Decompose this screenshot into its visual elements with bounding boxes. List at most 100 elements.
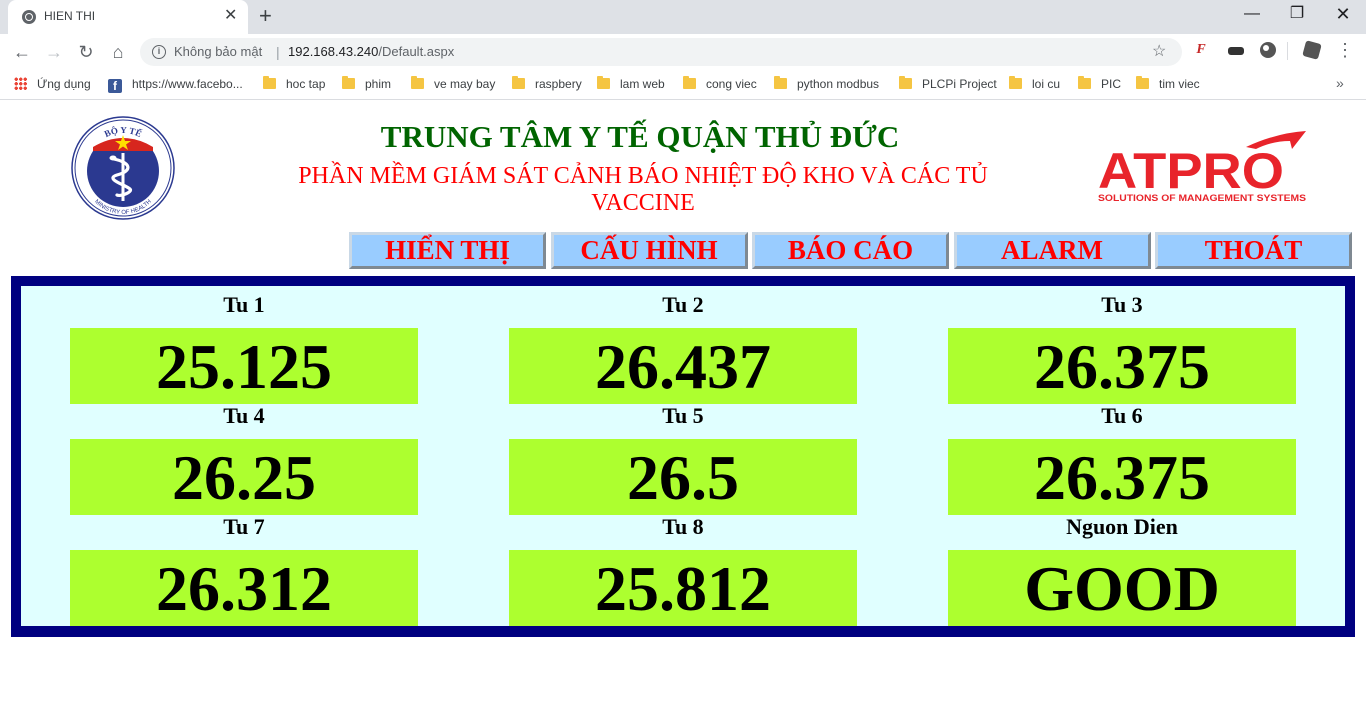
menu-button-hien-thi[interactable]: HIỂN THỊ: [349, 232, 546, 269]
bookmark-item[interactable]: f https://www.facebo...: [108, 77, 243, 93]
url-separator: |: [276, 44, 280, 60]
folder-icon: [263, 76, 276, 89]
page-title: TRUNG TÂM Y TẾ QUẬN THỦ ĐỨC: [380, 119, 900, 154]
page-subtitle: PHẦN MỀM GIÁM SÁT CẢNH BÁO NHIỆT ĐỘ KHO …: [298, 163, 988, 216]
extension-profile-icon[interactable]: [1302, 40, 1322, 60]
atpro-logo: ATPRO SOLUTIONS OF MANAGEMENT SYSTEMS: [1098, 131, 1306, 204]
bookmark-item[interactable]: ve may bay: [411, 76, 496, 91]
bookmarks-bar: » Ứng dụng f https://www.facebo... hoc tap p…: [0, 70, 1366, 100]
reading-value: GOOD: [948, 550, 1296, 626]
bookmark-item[interactable]: lam web: [597, 76, 665, 91]
folder-icon: [411, 76, 424, 89]
maximize-icon[interactable]: ❐: [1287, 4, 1307, 24]
back-arrow-icon[interactable]: ←: [10, 40, 34, 64]
extension-mask-icon[interactable]: [1228, 47, 1244, 55]
folder-icon: [774, 76, 787, 89]
folder-icon: [1136, 76, 1149, 89]
extension-circle-icon[interactable]: [1260, 42, 1276, 58]
tab-strip: HIEN THI ✕ + — ❐ ✕: [0, 0, 1366, 34]
readings-panel: Tu 1 25.125 Tu 2 26.437 Tu 3 26.375 Tu 4 26.25 T…: [11, 276, 1355, 637]
reading-value: 26.312: [70, 550, 418, 626]
bookmark-item[interactable]: Ứng dụng: [14, 77, 91, 91]
bookmark-label: PIC: [1101, 77, 1122, 91]
bookmark-item[interactable]: PIC: [1078, 76, 1122, 91]
folder-icon: [899, 76, 912, 89]
folder-icon: [1009, 76, 1022, 89]
bookmark-label: hoc tap: [286, 77, 326, 91]
bookmark-label: ve may bay: [434, 77, 496, 91]
bookmark-label: cong viec: [706, 77, 757, 91]
window-close-icon[interactable]: ✕: [1333, 4, 1353, 24]
reading-label: Tu 3: [1101, 292, 1143, 317]
ministry-of-health-logo: BỘ Y TẾ MINISTRY OF HEALTH: [71, 116, 175, 220]
reading-value: 26.5: [509, 439, 857, 515]
bookmark-label: Ứng dụng: [37, 77, 91, 91]
reading-label: Tu 6: [1101, 403, 1143, 428]
reading-value: 26.375: [948, 328, 1296, 404]
reload-icon[interactable]: ↻: [74, 40, 98, 64]
globe-icon: [22, 10, 36, 24]
bookmark-item[interactable]: tim viec: [1136, 76, 1200, 91]
bookmark-label: tim viec: [1159, 77, 1200, 91]
forward-arrow-icon[interactable]: →: [42, 40, 66, 64]
reading-value: 26.25: [70, 439, 418, 515]
menu-button-alarm[interactable]: ALARM: [953, 232, 1151, 269]
reading-label: Tu 1: [223, 292, 265, 317]
reading-label: Tu 8: [662, 514, 704, 539]
reading-value: 26.437: [509, 328, 857, 404]
reading-value: 25.812: [509, 550, 857, 626]
reading-value: 25.125: [70, 328, 418, 404]
bookmark-label: phim: [365, 77, 392, 91]
reading-value: 26.375: [948, 439, 1296, 515]
bookmark-label: raspbery: [535, 77, 582, 91]
info-icon[interactable]: i: [152, 45, 166, 59]
browser-tab[interactable]: HIEN THI ✕: [8, 0, 248, 34]
bookmark-label: lam web: [620, 77, 665, 91]
bookmark-item[interactable]: PLCPi Project: [899, 76, 997, 91]
browser-toolbar: ← → ↻ ⌂ i Không bảo mật | 192.168.43.240…: [0, 34, 1366, 70]
close-tab-icon[interactable]: ✕: [224, 6, 237, 26]
reading-label: Tu 4: [223, 403, 265, 428]
url-host: 192.168.43.240: [288, 44, 379, 59]
bookmark-item[interactable]: raspbery: [512, 76, 582, 91]
toolbar-divider: [1287, 42, 1288, 60]
apps-icon: [14, 77, 27, 90]
folder-icon: [342, 76, 355, 89]
bookmark-label: https://www.facebo...: [132, 77, 243, 91]
reading-label: Tu 7: [223, 514, 265, 539]
bookmark-item[interactable]: loi cu: [1009, 76, 1061, 91]
url-text[interactable]: 192.168.43.240/Default.aspx: [288, 44, 454, 59]
extension-f-icon[interactable]: F: [1193, 42, 1209, 58]
menu-button-cau-hinh[interactable]: CẤU HÌNH: [550, 232, 748, 269]
bookmark-item[interactable]: python modbus: [774, 76, 880, 91]
tab-title: HIEN THI: [44, 9, 96, 23]
bookmark-item[interactable]: cong viec: [683, 76, 757, 91]
bookmark-item[interactable]: phim: [342, 76, 392, 91]
folder-icon: [1078, 76, 1091, 89]
facebook-icon: f: [108, 79, 122, 93]
folder-icon: [683, 76, 696, 89]
home-icon[interactable]: ⌂: [106, 40, 130, 64]
reading-label: Tu 2: [662, 292, 704, 317]
more-menu-icon[interactable]: ⋮: [1336, 40, 1354, 60]
security-label[interactable]: Không bảo mật: [174, 44, 262, 59]
bookmark-label: PLCPi Project: [922, 77, 997, 91]
logo-brand-text: ATPRO: [1098, 143, 1284, 199]
logo-tagline-text: SOLUTIONS OF MANAGEMENT SYSTEMS: [1098, 193, 1306, 204]
url-path: /Default.aspx: [378, 44, 455, 59]
new-tab-icon[interactable]: +: [259, 3, 272, 29]
folder-icon: [512, 76, 525, 89]
menu-button-thoat[interactable]: THOÁT: [1155, 232, 1352, 269]
bookmark-label: python modbus: [797, 77, 880, 91]
menu-button-bao-cao[interactable]: BÁO CÁO: [752, 232, 949, 269]
folder-icon: [597, 76, 610, 89]
bookmark-label: loi cu: [1032, 77, 1061, 91]
bookmark-item[interactable]: hoc tap: [263, 76, 326, 91]
page-content: BỘ Y TẾ MINISTRY OF HEALTH TRUNG TÂM Y T…: [0, 101, 1366, 728]
minimize-icon[interactable]: —: [1242, 4, 1262, 24]
reading-label: Nguon Dien: [1066, 514, 1178, 539]
address-bar[interactable]: i Không bảo mật | 192.168.43.240/Default…: [140, 38, 1182, 66]
bookmark-star-icon[interactable]: ☆: [1152, 41, 1166, 61]
readings-grid: Tu 1 25.125 Tu 2 26.437 Tu 3 26.375 Tu 4 26.25 T…: [21, 286, 1345, 626]
more-bookmarks-icon[interactable]: »: [1336, 75, 1344, 91]
